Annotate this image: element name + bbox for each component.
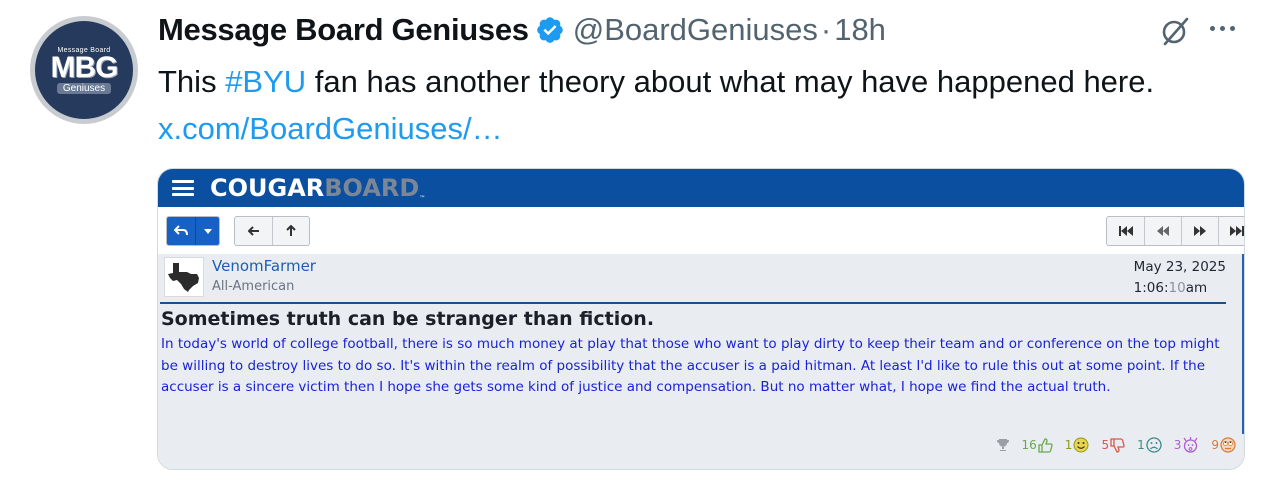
- reaction-smile[interactable]: 1: [1065, 437, 1090, 453]
- frown-icon: [1146, 437, 1162, 453]
- cougarboard-navbar: COUGARBOARD™: [158, 169, 1244, 207]
- reply-arrow-icon: [174, 225, 188, 236]
- arrow-up-icon: [286, 225, 296, 236]
- mind-blown-count: 3: [1173, 438, 1182, 452]
- thumbs-down-count: 5: [1101, 438, 1110, 452]
- reaction-eye-roll[interactable]: 9: [1211, 437, 1236, 453]
- thumbs-up-count: 16: [1021, 438, 1037, 452]
- reply-button-group: [166, 216, 220, 246]
- first-post-button[interactable]: [1107, 217, 1144, 245]
- hashtag-link[interactable]: #BYU: [225, 64, 306, 99]
- fast-forward-icon: [1194, 226, 1206, 236]
- post-time-seconds: 10: [1168, 280, 1186, 296]
- reaction-thumbs-down[interactable]: 5: [1101, 437, 1125, 453]
- nav-button-group: [234, 216, 310, 246]
- grok-icon[interactable]: [1158, 14, 1192, 48]
- reaction-bar: 16 1 5 1 3 9: [983, 437, 1236, 453]
- post-datetime: May 23, 2025 1:06:10am: [1134, 257, 1226, 299]
- eye-roll-count: 9: [1211, 438, 1219, 452]
- tweet-timestamp[interactable]: 18h: [834, 12, 886, 48]
- frown-count: 1: [1137, 438, 1145, 452]
- forum-post: VenomFarmer All-American May 23, 2025 1:…: [158, 254, 1244, 469]
- smile-count: 1: [1064, 438, 1073, 452]
- reaction-trophy[interactable]: [995, 438, 1010, 452]
- post-title: Sometimes truth can be stranger than fic…: [161, 308, 655, 330]
- arrow-left-icon: [247, 226, 259, 236]
- avatar-logo-bottom: Geniuses: [56, 82, 112, 94]
- cougarboard-logo[interactable]: COUGARBOARD™: [210, 174, 425, 202]
- tweet-header: Message Board Geniuses @BoardGeniuses · …: [158, 10, 886, 50]
- reaction-thumbs-up[interactable]: 16: [1021, 437, 1053, 453]
- tweet-text: This #BYU fan has another theory about w…: [158, 58, 1218, 152]
- thumbs-up-icon: [1038, 437, 1053, 453]
- caret-down-icon: [203, 228, 212, 234]
- post-time: 1:06:10am: [1134, 278, 1226, 299]
- next-post-button[interactable]: [1181, 217, 1218, 245]
- hamburger-menu-icon[interactable]: [172, 180, 194, 196]
- post-divider: [160, 302, 1226, 304]
- profile-avatar[interactable]: Message Board MBG Geniuses: [30, 16, 138, 124]
- avatar-logo-mid: MBG: [50, 50, 119, 84]
- logo-cougar: COUGAR: [210, 174, 325, 202]
- last-post-button[interactable]: [1218, 217, 1244, 245]
- back-button[interactable]: [235, 217, 272, 245]
- tweet-url-link[interactable]: x.com/BoardGeniuses/…: [158, 111, 503, 146]
- logo-board: BOARD: [324, 174, 420, 202]
- reply-dropdown-button[interactable]: [195, 217, 219, 245]
- post-date: May 23, 2025: [1133, 259, 1226, 275]
- skip-first-icon: [1118, 226, 1133, 236]
- display-name[interactable]: Message Board Geniuses: [158, 12, 529, 48]
- header-separator: ·: [820, 12, 832, 47]
- mind-blown-icon: [1183, 437, 1198, 453]
- up-button[interactable]: [272, 217, 309, 245]
- poster-username[interactable]: VenomFarmer: [212, 257, 316, 275]
- tweet-text-start: This: [158, 64, 226, 99]
- logo-trademark: ™: [419, 195, 426, 202]
- verified-badge-icon[interactable]: [535, 15, 565, 45]
- texas-silhouette-icon: [168, 263, 199, 292]
- tweet-text-rest: fan has another theory about what may ha…: [306, 64, 1155, 99]
- avatar-logo: Message Board MBG Geniuses: [35, 21, 133, 119]
- reply-button[interactable]: [167, 217, 195, 245]
- skip-last-icon: [1230, 226, 1244, 236]
- smile-icon: [1073, 437, 1089, 453]
- post-time-hm: 1:06:: [1133, 280, 1169, 296]
- thumbs-down-icon: [1110, 437, 1125, 453]
- post-body: In today's world of college football, th…: [161, 336, 1220, 395]
- post-toolbar: [166, 216, 1244, 246]
- eye-roll-icon: [1220, 437, 1236, 453]
- user-handle[interactable]: @BoardGeniuses: [573, 12, 818, 48]
- pagination-button-group: [1106, 216, 1244, 246]
- reaction-frown[interactable]: 1: [1137, 437, 1162, 453]
- post-time-ampm: am: [1185, 280, 1208, 296]
- poster-rank: All-American: [212, 279, 295, 294]
- previous-post-button[interactable]: [1144, 217, 1181, 245]
- more-options-icon[interactable]: [1210, 26, 1235, 31]
- post-frame-border: [1242, 254, 1244, 434]
- poster-avatar[interactable]: [164, 257, 204, 297]
- rewind-icon: [1157, 226, 1169, 236]
- embedded-image-card[interactable]: COUGARBOARD™ VenomFarmer All-American Ma…: [157, 168, 1245, 470]
- reaction-mind-blown[interactable]: 3: [1174, 437, 1200, 453]
- trophy-icon: [996, 439, 1009, 451]
